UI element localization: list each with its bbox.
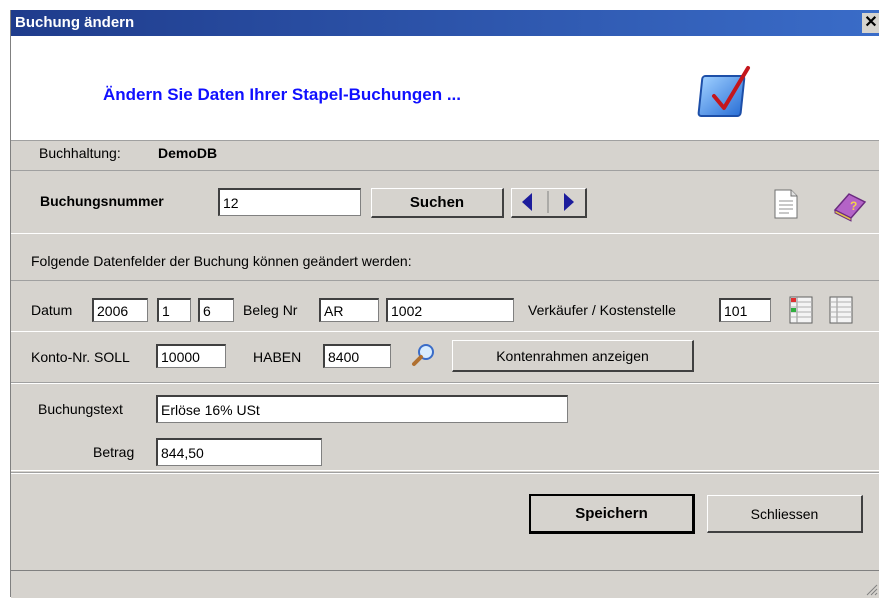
buchungsnummer-label: Buchungsnummer: [40, 193, 164, 209]
triangle-right-icon[interactable]: [564, 193, 574, 211]
datum-year-input[interactable]: [92, 298, 148, 322]
buchhaltung-value: DemoDB: [158, 145, 218, 161]
svg-text:?: ?: [850, 199, 857, 213]
datum-month-input[interactable]: [157, 298, 191, 322]
close-window-button[interactable]: ✕: [862, 13, 879, 33]
triangle-left-icon[interactable]: [522, 193, 532, 211]
verkaeufer-input[interactable]: [719, 298, 771, 322]
verkaeufer-label: Verkäufer / Kostenstelle: [528, 302, 676, 318]
title-bar[interactable]: Buchung ändern ✕: [11, 10, 879, 36]
haben-label: HABEN: [253, 349, 302, 365]
document-icon[interactable]: [773, 188, 799, 220]
info-text: Folgende Datenfelder der Buchung können …: [31, 253, 412, 269]
dialog-window: Buchung ändern ✕ Ändern Sie Daten Ihrer …: [10, 10, 879, 598]
speichern-button[interactable]: Speichern: [529, 494, 695, 534]
kontenrahmen-button[interactable]: Kontenrahmen anzeigen: [452, 340, 694, 372]
buchungstext-input[interactable]: [156, 395, 568, 423]
search-icon[interactable]: [411, 342, 437, 368]
beleg-number-input[interactable]: [386, 298, 514, 322]
soll-label: Konto-Nr. SOLL: [31, 349, 130, 365]
record-nav-arrows: [522, 191, 574, 213]
record-nav-buttons: [511, 188, 587, 218]
actions-divider: [11, 472, 879, 474]
datum-label: Datum: [31, 302, 73, 318]
soll-input[interactable]: [156, 344, 226, 368]
status-bar: [11, 570, 879, 598]
resize-grip-icon[interactable]: [864, 582, 878, 596]
list-grid-icon[interactable]: [789, 296, 813, 324]
beleg-label: Beleg Nr: [243, 302, 298, 318]
buchungstext-label: Buchungstext: [38, 401, 123, 417]
schliessen-button[interactable]: Schliessen: [707, 495, 863, 533]
window-title: Buchung ändern: [15, 14, 135, 31]
checkbox-check-icon: [697, 66, 750, 117]
table-grid-icon[interactable]: [829, 296, 853, 324]
buchhaltung-label: Buchhaltung:: [39, 145, 121, 161]
betrag-label: Betrag: [93, 444, 135, 460]
suchen-button[interactable]: Suchen: [371, 188, 504, 218]
header-banner: Ändern Sie Daten Ihrer Stapel-Buchungen …: [11, 36, 879, 141]
banner-headline: Ändern Sie Daten Ihrer Stapel-Buchungen …: [103, 85, 461, 104]
haben-input[interactable]: [323, 344, 391, 368]
betrag-input[interactable]: [156, 438, 322, 466]
beleg-prefix-input[interactable]: [319, 298, 379, 322]
buchungsnummer-input[interactable]: [218, 188, 361, 216]
datum-day-input[interactable]: [198, 298, 234, 322]
help-book-icon[interactable]: ?: [831, 190, 867, 222]
